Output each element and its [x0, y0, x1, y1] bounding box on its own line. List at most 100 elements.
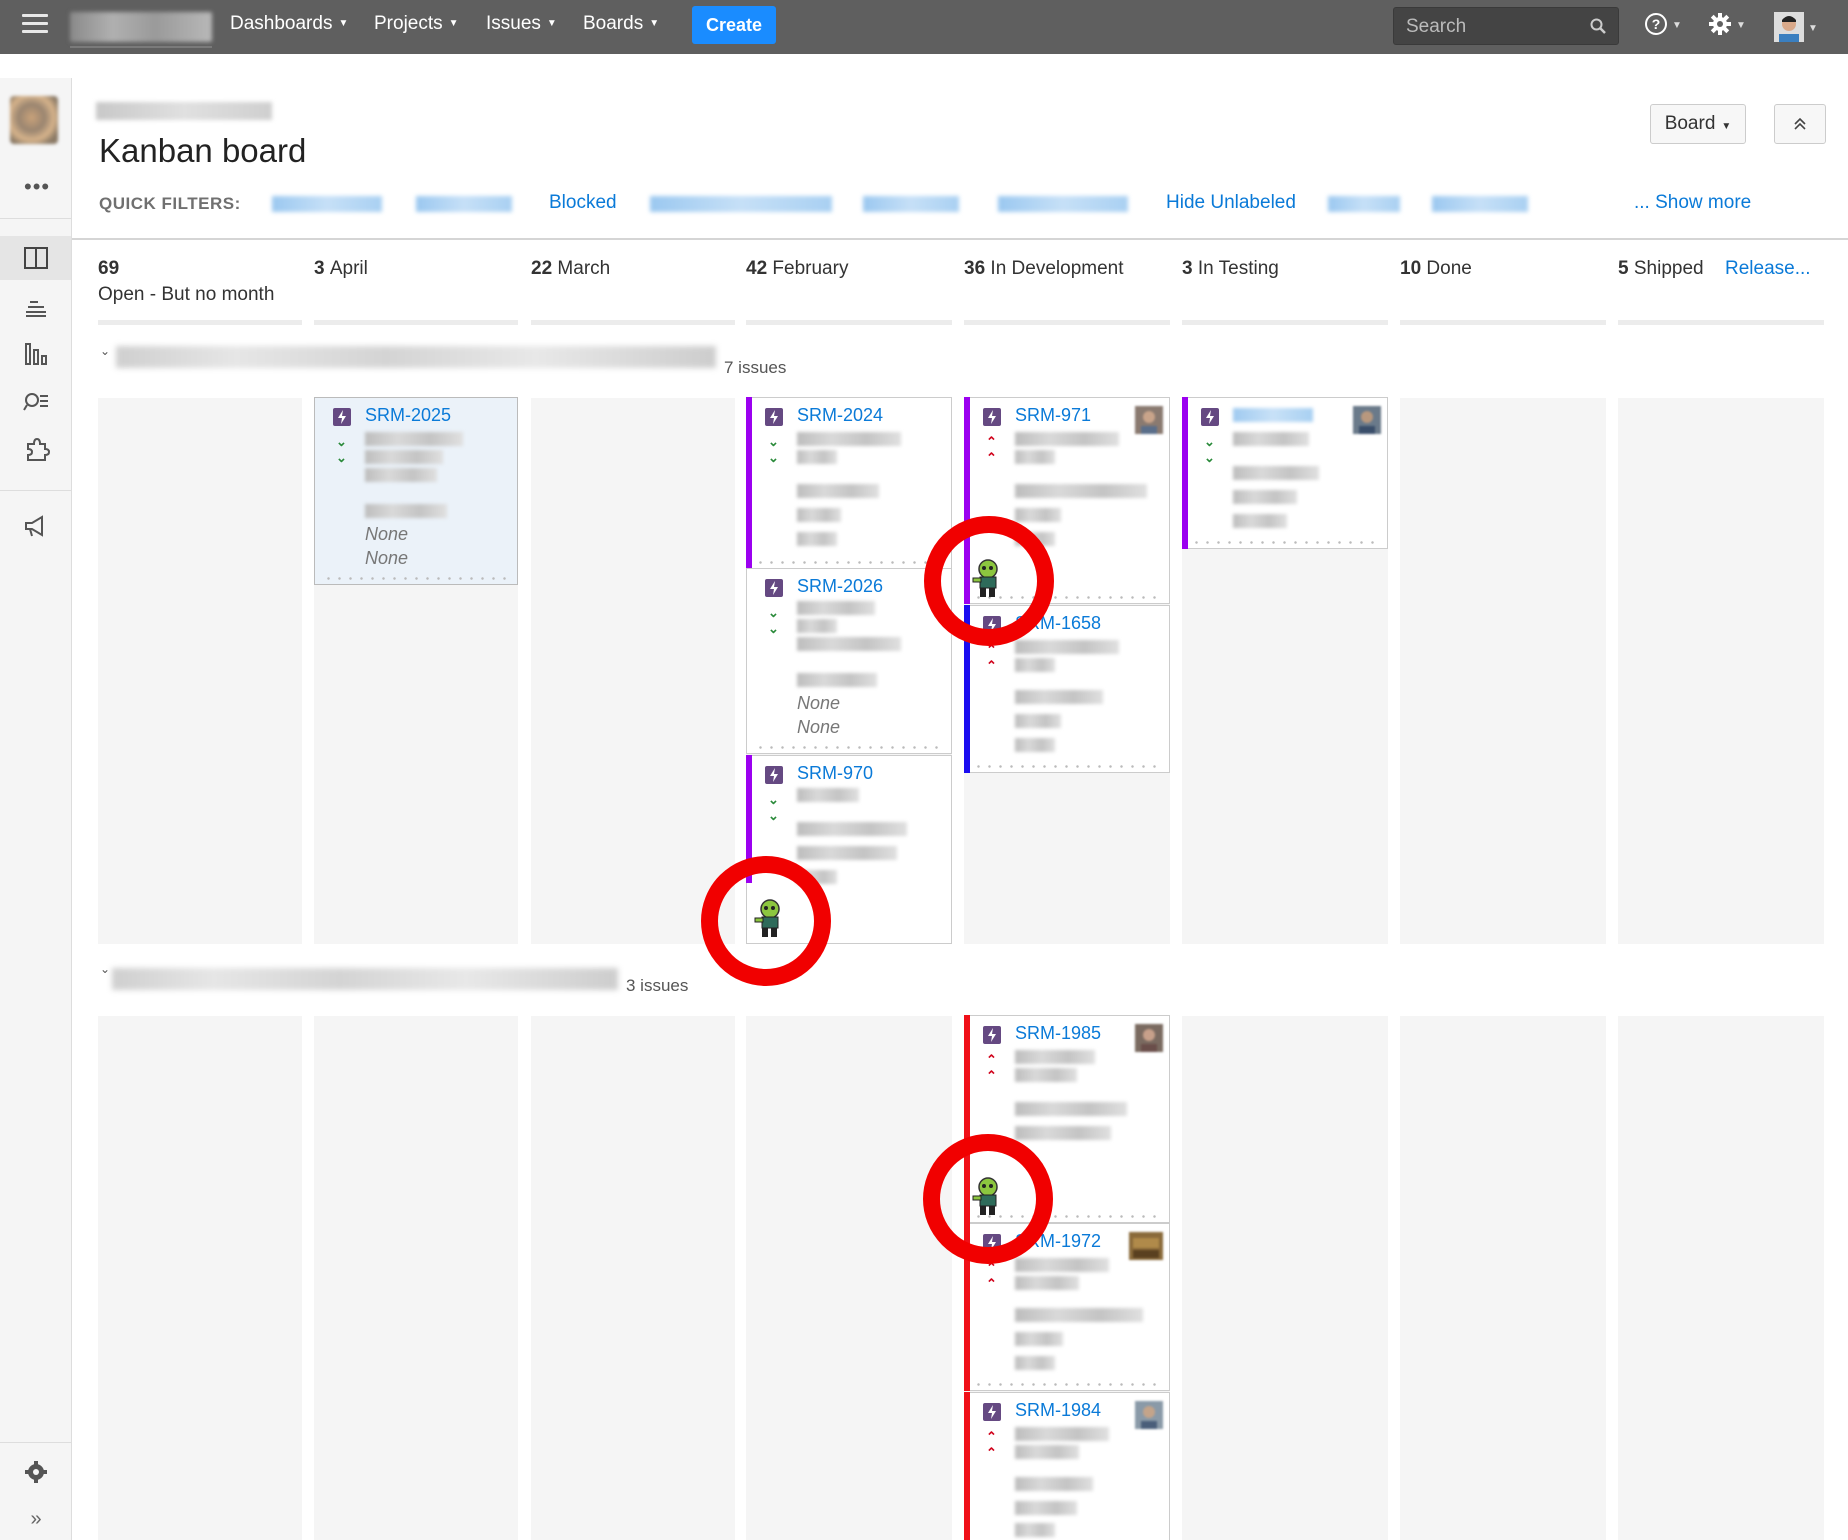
user-menu[interactable]: ▼ — [1774, 12, 1818, 42]
search-box[interactable] — [1393, 7, 1619, 45]
issue-summary — [1015, 1068, 1077, 1082]
issue-summary — [1015, 1276, 1079, 1290]
story-icon — [983, 408, 1001, 426]
issue-card[interactable]: SRM-2024 ⌄ ⌄ — [746, 397, 952, 569]
issue-key[interactable]: SRM-2024 — [797, 405, 883, 426]
create-button[interactable]: Create — [692, 6, 776, 44]
swimlane-title[interactable] — [116, 346, 716, 368]
issue-summary — [797, 601, 875, 615]
quick-filter-hide-unlabeled[interactable]: Hide Unlabeled — [1166, 192, 1296, 214]
nav-boards[interactable]: Boards ▼ — [583, 13, 659, 35]
swimlane-toggle[interactable]: ⌄ — [100, 962, 110, 976]
quick-filter[interactable] — [1328, 196, 1400, 212]
reports-icon[interactable] — [22, 340, 50, 368]
column-header: 22 March — [531, 258, 611, 279]
issue-card[interactable]: SRM-2026 ⌄ ⌄ None None — [746, 568, 952, 754]
help-menu[interactable]: ? ▼ — [1644, 12, 1682, 42]
breadcrumb[interactable] — [96, 102, 272, 120]
issue-key[interactable]: SRM-970 — [797, 763, 873, 784]
menu-icon[interactable] — [22, 14, 48, 36]
swimlane-toggle[interactable]: ⌄ — [100, 344, 110, 358]
issue-key[interactable] — [1233, 408, 1313, 422]
priority-low-icon: ⌄ ⌄ — [1204, 434, 1215, 465]
project-avatar[interactable] — [10, 96, 58, 144]
page-title: Kanban board — [99, 132, 307, 169]
quick-filter[interactable] — [416, 196, 512, 212]
card-grabber[interactable] — [755, 561, 943, 564]
priority-high-icon: ⌃ ⌃ — [986, 1260, 997, 1291]
card-grabber[interactable] — [323, 577, 509, 580]
assignee-avatar — [1129, 1232, 1163, 1260]
issue-field — [1015, 1102, 1127, 1116]
backlog-icon[interactable] — [22, 292, 50, 320]
issue-summary — [797, 619, 837, 633]
admin-menu[interactable]: ▼ — [1708, 12, 1746, 42]
column-stripe — [1400, 320, 1606, 325]
app-logo[interactable] — [70, 12, 212, 42]
board-icon[interactable] — [22, 244, 50, 272]
quick-filter[interactable] — [650, 196, 832, 212]
swimlane-count: 7 issues — [724, 358, 787, 377]
board-menu-button[interactable]: Board ▼ — [1650, 104, 1746, 144]
more-icon[interactable]: ••• — [24, 174, 50, 200]
column-stripe — [964, 320, 1170, 325]
issue-summary — [797, 637, 901, 651]
announce-icon[interactable] — [22, 512, 50, 540]
card-grabber[interactable] — [1191, 541, 1379, 544]
issue-key[interactable]: SRM-971 — [1015, 405, 1091, 426]
quick-filter[interactable] — [272, 196, 382, 212]
nav-issues[interactable]: Issues ▼ — [486, 13, 557, 35]
sidebar-divider — [0, 490, 71, 491]
priority-high-icon: ⌃ ⌃ — [986, 1429, 997, 1460]
issue-summary — [365, 450, 443, 464]
issue-field — [797, 532, 837, 546]
nav-projects[interactable]: Projects ▼ — [374, 13, 459, 35]
quick-filter-blocked[interactable]: Blocked — [549, 192, 617, 214]
issue-key[interactable]: SRM-2026 — [797, 576, 883, 597]
column-header: 42 February — [746, 258, 849, 279]
story-icon — [983, 1026, 1001, 1044]
nav-dashboards[interactable]: Dashboards ▼ — [230, 13, 348, 35]
settings-icon[interactable] — [22, 1458, 50, 1486]
swimlane-title[interactable] — [112, 968, 618, 990]
search-input[interactable] — [1406, 14, 1576, 40]
header-separator — [72, 238, 1848, 240]
issue-field — [1015, 1477, 1093, 1491]
issue-field — [797, 822, 907, 836]
addons-icon[interactable] — [22, 436, 50, 464]
issue-summary — [1015, 432, 1119, 446]
card-grabber[interactable] — [973, 765, 1161, 768]
issue-key[interactable]: SRM-2025 — [365, 405, 451, 426]
show-more-filters[interactable]: ... Show more — [1634, 192, 1751, 214]
issue-key[interactable]: SRM-1984 — [1015, 1400, 1101, 1421]
issue-key[interactable]: SRM-1985 — [1015, 1023, 1101, 1044]
column-header: 69 Open - But no month — [98, 258, 275, 305]
top-navigation: Dashboards ▼ Projects ▼ Issues ▼ Boards ▼ Cr… — [0, 0, 1848, 54]
chevron-up-icon — [1794, 117, 1806, 130]
card-grabber[interactable] — [755, 746, 943, 749]
release-link[interactable]: Release... — [1725, 258, 1811, 280]
card-grabber[interactable] — [973, 1383, 1161, 1386]
search-icon[interactable] — [1590, 18, 1606, 34]
epic-color-bar — [746, 397, 752, 569]
column-stripe — [1618, 320, 1824, 325]
issue-summary — [1015, 640, 1119, 654]
assignee-avatar — [1135, 1401, 1163, 1429]
sidebar-divider — [0, 1442, 71, 1443]
column-header: 10 Done — [1400, 258, 1472, 279]
quick-filter[interactable] — [998, 196, 1128, 212]
issues-icon[interactable] — [22, 388, 50, 416]
issue-field-none: None — [365, 548, 409, 568]
issue-card[interactable]: SRM-2025 ⌄ ⌄ None None — [314, 397, 518, 585]
collapse-header-button[interactable] — [1774, 104, 1826, 144]
quick-filter[interactable] — [1432, 196, 1528, 212]
swimlane-column — [531, 398, 735, 944]
issue-summary — [1015, 1427, 1109, 1441]
issue-card[interactable]: SRM-1984 ⌃ ⌃ — [964, 1392, 1170, 1540]
expand-icon[interactable]: » — [22, 1508, 50, 1536]
issue-field — [1015, 508, 1061, 522]
issue-summary — [1015, 450, 1055, 464]
quick-filter[interactable] — [863, 196, 959, 212]
issue-card[interactable]: ⌄ ⌄ — [1182, 397, 1388, 549]
priority-low-icon: ⌄ ⌄ — [768, 792, 779, 823]
